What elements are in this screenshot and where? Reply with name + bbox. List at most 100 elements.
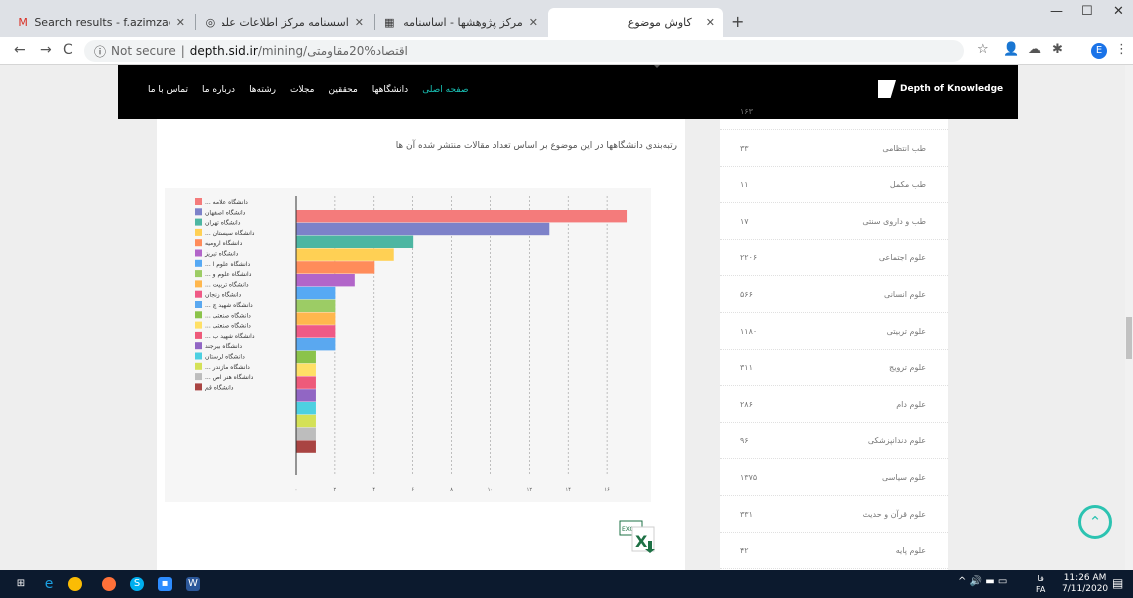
legend-label[interactable]: دانشگاه لرستان [205,353,245,361]
legend-swatch[interactable] [195,270,202,278]
legend-swatch[interactable] [195,301,202,308]
close-icon[interactable]: ✕ [523,16,538,29]
minimize-button[interactable]: — [1050,4,1063,19]
subject-list-item[interactable]: طب مکمل ۱۱ [720,166,948,204]
legend-swatch[interactable] [195,280,202,288]
bar[interactable] [296,414,316,428]
word-icon[interactable]: W [186,577,200,591]
legend-label[interactable]: دانشگاه تهران [205,219,241,227]
subject-list-item[interactable]: علوم انسانی ۵۶۶ [720,276,948,313]
subject-list-item[interactable]: طب و داروی سنتی ۱۷ [720,203,948,240]
subject-list-item[interactable]: علوم قرآن و حدیث ۳۳۱ [720,496,948,533]
reload-icon[interactable]: C [63,42,73,58]
legend-label[interactable]: ... دانشگاه مازندر [205,363,250,371]
subject-list-item[interactable]: علوم پایه ۴۲ [720,532,948,570]
subject-list-item[interactable]: ۱۶۳ [720,93,948,130]
legend-swatch[interactable] [195,259,202,267]
account-sync-icon[interactable]: 👤 [1003,42,1019,57]
cloud-extension-icon[interactable]: ☁ [1028,42,1041,57]
legend-label[interactable]: ... دانشگاه سیستان [205,229,255,237]
legend-swatch[interactable] [195,321,202,329]
zoom-icon[interactable]: ▪ [158,577,172,591]
close-icon[interactable]: ✕ [170,16,185,29]
bar[interactable] [296,222,550,236]
legend-swatch[interactable] [195,239,202,247]
legend-label[interactable]: ... دانشگاه شهید چ [205,301,253,309]
bar[interactable] [296,248,394,261]
legend-swatch[interactable] [195,218,202,226]
tab-sid-charter[interactable]: ◎ اسسنامه مرکز اطلاعات علمی جهاد ✕ [197,8,372,37]
legend-swatch[interactable] [195,208,202,216]
bar[interactable] [296,338,336,351]
bar[interactable] [296,402,316,415]
address-bar[interactable]: ⓘ Not secure | depth.sid.ir /mining/اقتص… [84,40,964,62]
system-tray-icons[interactable]: ^ 🔊 ▬ ▭ [958,576,1007,587]
bar[interactable] [296,261,375,274]
legend-label[interactable]: ... دانشگاه تربیت [205,280,249,288]
bar[interactable] [296,440,316,453]
legend-swatch[interactable] [195,342,202,350]
bar[interactable] [296,363,316,376]
legend-label[interactable]: دانشگاه زنجان [205,291,242,299]
bar[interactable] [296,235,414,248]
skype-icon[interactable]: S [130,577,144,591]
windows-start-icon[interactable]: ⊞ [14,577,28,591]
subject-list-item[interactable]: علوم ترویج ۳۱۱ [720,349,948,387]
taskbar-clock[interactable]: 11:26 AM 7/11/2020 [1062,573,1108,595]
tab-search-results[interactable]: M Search results - f.azimzadeh@gm ✕ [10,8,193,37]
menu-kebab-icon[interactable]: ⋮ [1115,42,1128,57]
legend-swatch[interactable] [195,228,202,236]
subject-list-item[interactable]: علوم اجتماعی ۲۲۰۶ [720,239,948,277]
legend-swatch[interactable] [195,311,202,319]
legend-label[interactable]: دانشگاه بیرجند [205,342,242,350]
scrollbar-thumb[interactable] [1126,317,1132,359]
menu-journals[interactable]: مجلات [290,85,314,95]
legend-label[interactable]: ... دانشگاه صنعتی [205,322,251,330]
notifications-icon[interactable]: ▤ [1112,576,1123,590]
legend-label[interactable]: دانشگاه قم [205,383,234,391]
legend-label[interactable]: دانشگاه اصفهان [205,208,246,216]
maximize-button[interactable]: ☐ [1081,4,1093,19]
new-tab-button[interactable]: + [731,12,744,31]
menu-contact[interactable]: تماس با ما [148,85,188,95]
firefox-icon[interactable] [102,577,116,591]
info-icon[interactable]: ⓘ [94,43,106,60]
bar[interactable] [296,350,316,364]
legend-label[interactable]: ... دانشگاه صنعتی [205,311,251,319]
legend-label[interactable]: دانشگاه تبریز [204,250,239,258]
internet-explorer-icon[interactable]: e [42,577,56,591]
input-language[interactable]: فا FA [1036,573,1045,595]
menu-universities[interactable]: دانشگاهها [372,85,408,95]
legend-label[interactable]: ... دانشگاه علوم و [205,270,252,278]
legend-swatch[interactable] [195,249,202,257]
scroll-to-top-button[interactable]: ⌃ [1078,505,1112,539]
excel-export-button[interactable]: EXCEL X [618,517,660,553]
tab-topic-explorer[interactable]: کاوش موضوع ✕ [548,8,723,37]
legend-swatch[interactable] [195,352,202,360]
chrome-icon[interactable] [68,577,82,591]
legend-label[interactable]: ... دانشگاه علوم ا [205,260,250,268]
bar[interactable] [296,210,628,223]
legend-swatch[interactable] [195,373,202,381]
subject-list-item[interactable]: علوم تربیتی ۱۱۸۰ [720,313,948,350]
forward-arrow-icon[interactable]: → [40,42,52,58]
legend-swatch[interactable] [195,362,202,370]
menu-about[interactable]: درباره ما [202,85,235,95]
bar[interactable] [296,274,355,287]
extensions-puzzle-icon[interactable]: ✱ [1052,42,1063,57]
subject-list-item[interactable]: علوم دام ۲۸۶ [720,386,948,423]
menu-researchers[interactable]: محققین [328,85,357,95]
legend-label[interactable]: ... دانشگاه شهید ب [205,332,255,340]
bar[interactable] [296,427,316,440]
bar[interactable] [296,286,336,300]
subject-list-item[interactable]: علوم دندانپزشکی ۹۶ [720,422,948,460]
subject-list-item[interactable]: طب انتظامی ۳۳ [720,130,948,167]
legend-swatch[interactable] [195,383,202,391]
bar[interactable] [296,389,316,402]
legend-label[interactable]: ... دانشگاه هنر اص [205,373,254,381]
menu-fields[interactable]: رشته‌ها [249,85,276,95]
legend-swatch[interactable] [195,290,202,298]
window-close-button[interactable]: ✕ [1113,4,1124,19]
profile-avatar[interactable]: E [1091,43,1107,59]
back-arrow-icon[interactable]: ← [14,42,26,58]
